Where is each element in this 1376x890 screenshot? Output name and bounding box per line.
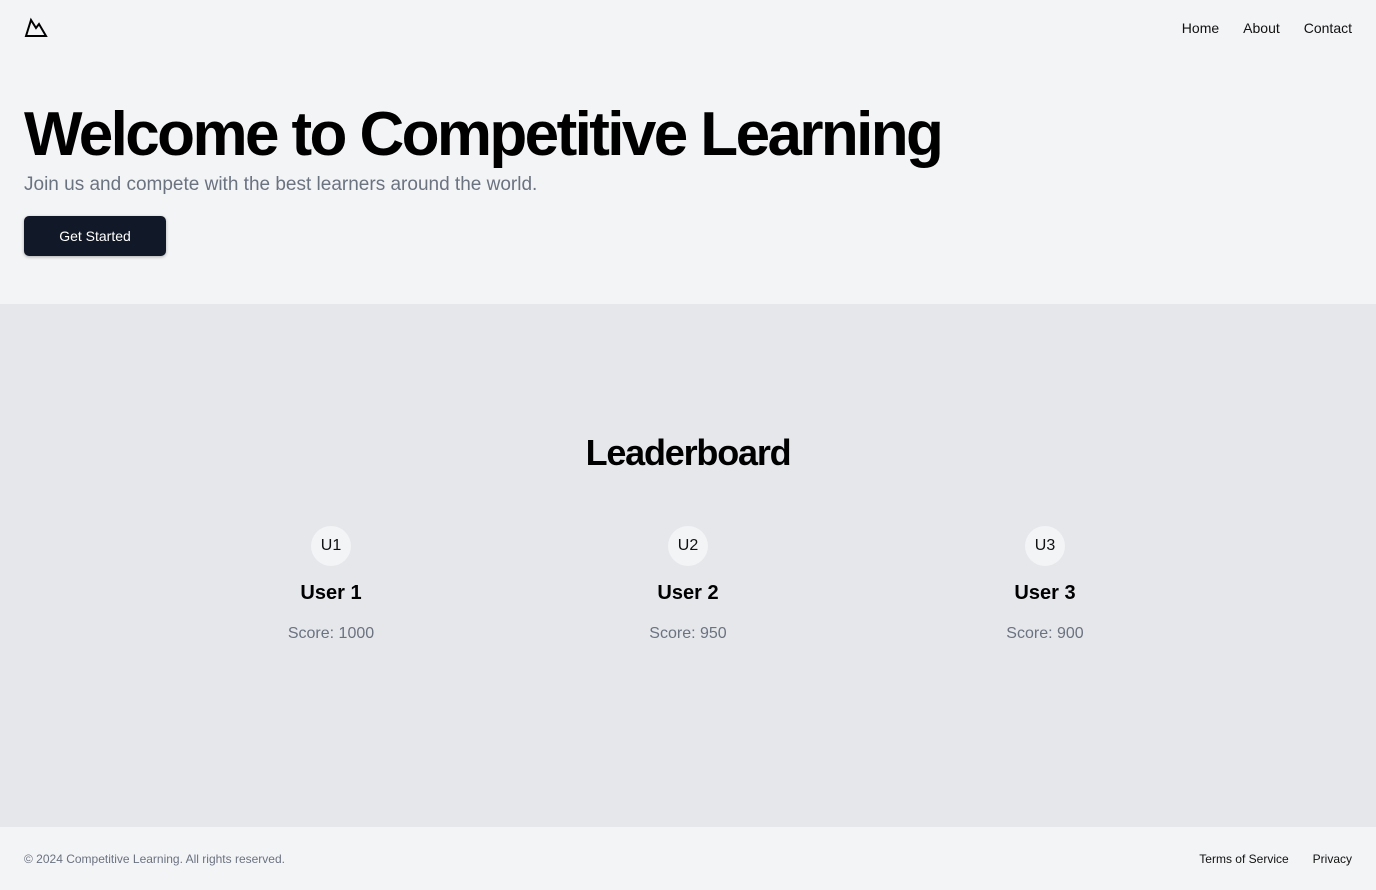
site-header: Home About Contact [0, 0, 1376, 56]
hero-section: Welcome to Competitive Learning Join us … [0, 56, 1376, 304]
leaderboard-section: Leaderboard U1 User 1 Score: 1000 U2 Use… [0, 304, 1376, 826]
avatar: U2 [668, 526, 708, 566]
get-started-button[interactable]: Get Started [24, 216, 166, 256]
terms-link[interactable]: Terms of Service [1199, 852, 1288, 866]
hero-subtitle: Join us and compete with the best learne… [24, 174, 538, 195]
site-footer: © 2024 Competitive Learning. All rights … [0, 826, 1376, 890]
avatar: U1 [311, 526, 351, 566]
mountain-icon[interactable] [24, 16, 48, 40]
user-score: Score: 1000 [287, 625, 375, 642]
user-name: User 3 [1014, 582, 1076, 604]
leaderboard-entry: U1 User 1 Score: 1000 [231, 526, 431, 643]
hero-title: Welcome to Competitive Learning [24, 100, 944, 169]
privacy-link[interactable]: Privacy [1313, 852, 1352, 866]
user-score: Score: 950 [649, 625, 727, 642]
user-name: User 2 [657, 582, 719, 604]
footer-nav: Terms of Service Privacy [1199, 852, 1352, 866]
avatar: U3 [1025, 526, 1065, 566]
nav-about-link[interactable]: About [1243, 20, 1280, 36]
main-nav: Home About Contact [1182, 20, 1352, 36]
leaderboard-title: Leaderboard [585, 432, 792, 473]
leaderboard-entry: U3 User 3 Score: 900 [945, 526, 1145, 643]
copyright-text: © 2024 Competitive Learning. All rights … [24, 851, 285, 866]
user-name: User 1 [300, 582, 362, 604]
leaderboard-entry: U2 User 2 Score: 950 [588, 526, 788, 643]
user-score: Score: 900 [1006, 625, 1084, 642]
nav-home-link[interactable]: Home [1182, 20, 1219, 36]
nav-contact-link[interactable]: Contact [1304, 20, 1352, 36]
